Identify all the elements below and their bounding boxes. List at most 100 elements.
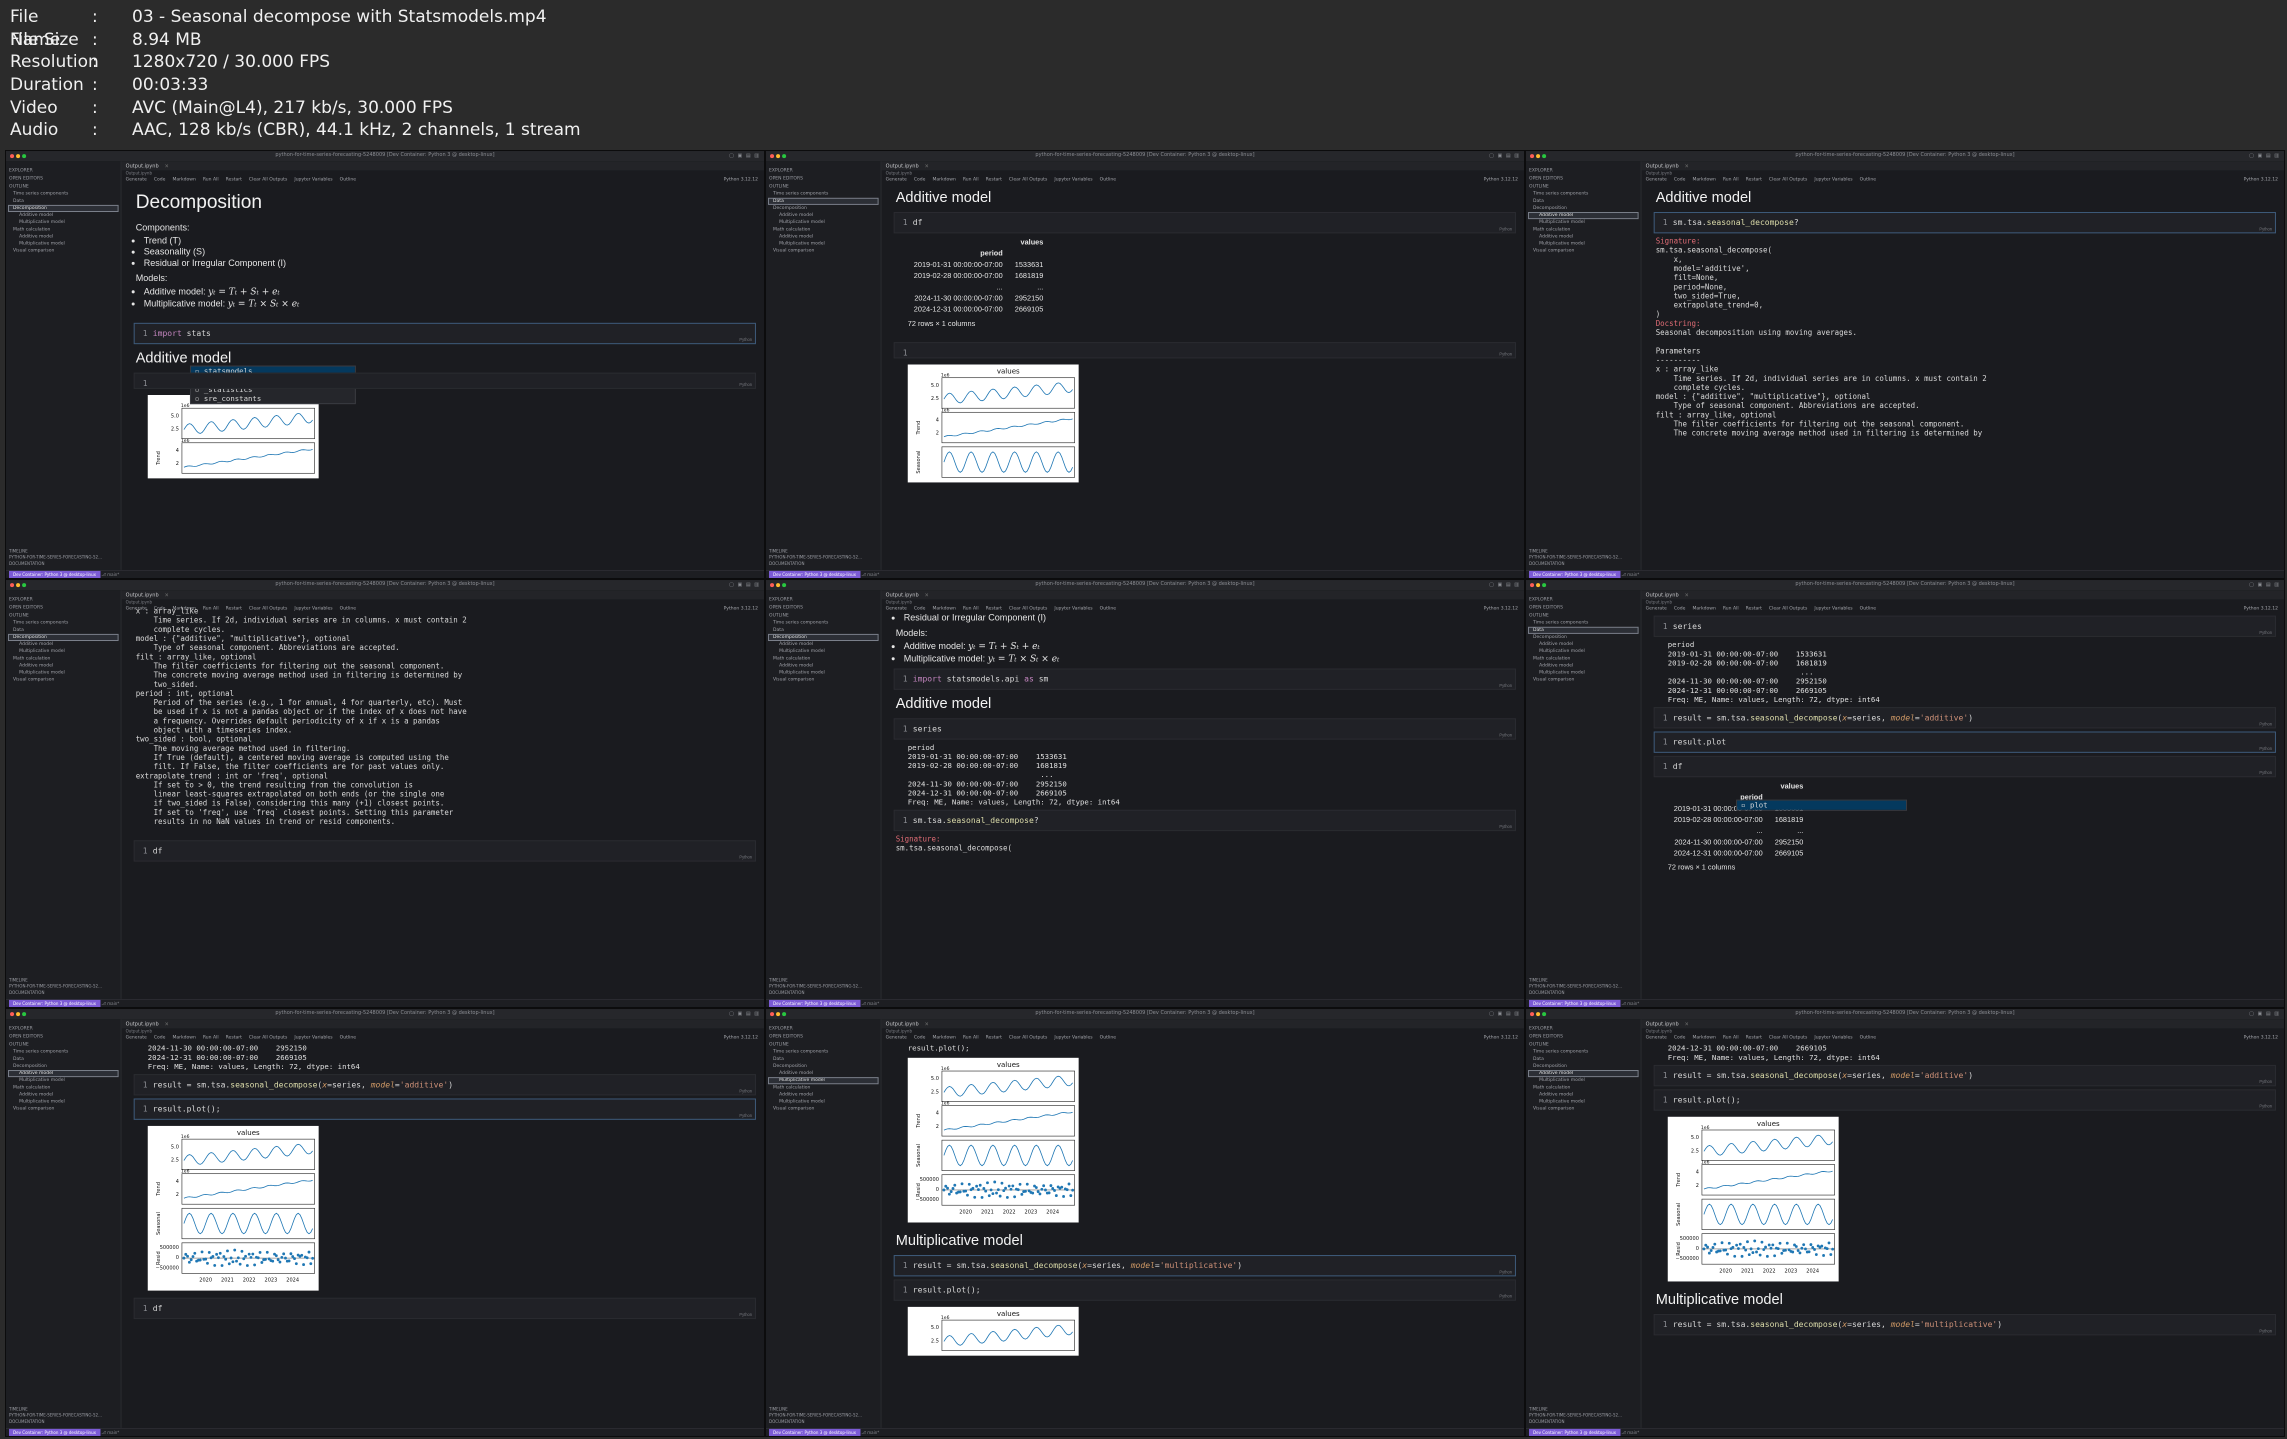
- layout-icons[interactable]: ▢ ▣ ▤ ▥: [2249, 153, 2280, 159]
- documentation-header[interactable]: DOCUMENTATION: [9, 561, 102, 567]
- editor-tab[interactable]: Output.ipynb ×: [881, 161, 1525, 171]
- outline-item[interactable]: Data: [768, 197, 879, 205]
- toolbar-button[interactable]: Clear All Outputs: [1769, 177, 1807, 182]
- outline-item[interactable]: Data: [1529, 1057, 1638, 1062]
- outline-item[interactable]: Multiplicative model: [9, 1099, 118, 1104]
- outline-item[interactable]: Math calculation: [9, 1085, 118, 1090]
- toolbar-button[interactable]: Run All: [1723, 606, 1739, 611]
- code-cell[interactable]: 1 result.plot(); Python: [893, 1279, 1516, 1301]
- toolbar-button[interactable]: Code: [1674, 177, 1686, 182]
- outline-item[interactable]: Math calculation: [1529, 227, 1638, 232]
- remote-indicator[interactable]: Dev Container: Python 3 @ desktop-linux: [769, 999, 861, 1007]
- cell-language[interactable]: Python: [2259, 1104, 2272, 1109]
- open-editors-header[interactable]: OPEN EDITORS: [769, 176, 878, 181]
- editor-tab[interactable]: Output.ipynb ×: [1641, 161, 2285, 171]
- outline-item[interactable]: Decomposition: [1529, 1064, 1638, 1069]
- git-branch[interactable]: ⎇ main*: [861, 1001, 879, 1006]
- cell-code[interactable]: sm.tsa.seasonal_decompose?: [1673, 218, 1799, 227]
- close-tab-icon[interactable]: ×: [165, 1021, 169, 1027]
- tab-label[interactable]: Output.ipynb: [1646, 163, 1679, 169]
- toolbar-button[interactable]: Markdown: [932, 1035, 955, 1040]
- toolbar-button[interactable]: Clear All Outputs: [249, 177, 287, 182]
- outline-item[interactable]: Additive model: [9, 234, 118, 239]
- toolbar-button[interactable]: Clear All Outputs: [1769, 606, 1807, 611]
- outline-item[interactable]: Time series components: [769, 621, 878, 626]
- outline-item[interactable]: Visual comparison: [1529, 249, 1638, 254]
- cell-language[interactable]: Python: [739, 1088, 752, 1093]
- outline-item[interactable]: Multiplicative model: [769, 241, 878, 246]
- outline-item[interactable]: Time series components: [9, 1050, 118, 1055]
- git-branch[interactable]: ⎇ main*: [101, 1001, 119, 1006]
- cell-code[interactable]: result.plot();: [1673, 1095, 1741, 1104]
- toolbar-button[interactable]: Run All: [963, 177, 979, 182]
- outline-item[interactable]: Additive model: [1529, 1092, 1638, 1097]
- layout-icons[interactable]: ▢ ▣ ▤ ▥: [1489, 1011, 1520, 1017]
- outline-item[interactable]: Additive model: [769, 1092, 878, 1097]
- remote-indicator[interactable]: Dev Container: Python 3 @ desktop-linux: [1529, 999, 1621, 1007]
- editor-tab[interactable]: Output.ipynb ×: [881, 590, 1525, 600]
- outline-header[interactable]: OUTLINE: [769, 1043, 878, 1048]
- toolbar-button[interactable]: Generate: [126, 177, 147, 182]
- close-tab-icon[interactable]: ×: [925, 1021, 929, 1027]
- toolbar-button[interactable]: Code: [154, 177, 166, 182]
- toolbar-button[interactable]: Markdown: [932, 606, 955, 611]
- cell-language[interactable]: Python: [2259, 226, 2272, 231]
- cell-language[interactable]: Python: [2259, 1328, 2272, 1333]
- cell-code[interactable]: result.plot: [1673, 738, 1726, 747]
- cell-code[interactable]: result = sm.tsa.seasonal_decompose(x=ser…: [913, 1261, 1242, 1270]
- outline-item[interactable]: Multiplicative model: [9, 220, 118, 225]
- remote-indicator[interactable]: Dev Container: Python 3 @ desktop-linux: [9, 999, 101, 1007]
- toolbar-button[interactable]: Restart: [1746, 177, 1762, 182]
- documentation-header[interactable]: DOCUMENTATION: [769, 561, 862, 567]
- outline-header[interactable]: OUTLINE: [769, 185, 878, 190]
- code-cell[interactable]: 1 result = sm.tsa.seasonal_decompose(x=se…: [893, 1255, 1516, 1277]
- tab-label[interactable]: Output.ipynb: [126, 163, 159, 169]
- cell-code[interactable]: df: [153, 846, 163, 855]
- code-cell[interactable]: 1 sm.tsa.seasonal_decompose? Python: [893, 809, 1516, 832]
- close-tab-icon[interactable]: ×: [165, 163, 169, 169]
- cell-language[interactable]: Python: [1499, 683, 1512, 688]
- cell-code[interactable]: result.plot();: [913, 1286, 981, 1295]
- outline-item[interactable]: Decomposition: [9, 1064, 118, 1069]
- kernel-selector[interactable]: Python 3.12.12: [724, 177, 758, 182]
- git-branch[interactable]: ⎇ main*: [101, 1430, 119, 1435]
- cell-language[interactable]: Python: [2259, 630, 2272, 635]
- layout-icons[interactable]: ▢ ▣ ▤ ▥: [2249, 1011, 2280, 1017]
- code-cell[interactable]: 1 import stats Python: [133, 322, 756, 345]
- outline-item[interactable]: Math calculation: [1529, 1085, 1638, 1090]
- cell-code[interactable]: result.plot();: [153, 1105, 221, 1114]
- outline-item[interactable]: Multiplicative model: [769, 1099, 878, 1104]
- code-cell[interactable]: 1 df Python: [133, 1297, 756, 1320]
- layout-icons[interactable]: ▢ ▣ ▤ ▥: [729, 582, 760, 588]
- toolbar-button[interactable]: Generate: [886, 606, 907, 611]
- cell-language[interactable]: Python: [1499, 226, 1512, 231]
- git-branch[interactable]: ⎇ main*: [101, 572, 119, 577]
- toolbar-button[interactable]: Jupyter Variables: [1054, 1035, 1092, 1040]
- toolbar-button[interactable]: Jupyter Variables: [1814, 1035, 1852, 1040]
- toolbar-button[interactable]: Markdown: [172, 1035, 195, 1040]
- outline-item[interactable]: Multiplicative model: [9, 241, 118, 246]
- tab-label[interactable]: Output.ipynb: [886, 163, 919, 169]
- cell-language[interactable]: Python: [739, 1312, 752, 1317]
- cell-language[interactable]: Python: [1499, 1269, 1512, 1274]
- outline-item[interactable]: Decomposition: [8, 633, 119, 642]
- close-tab-icon[interactable]: ×: [925, 163, 929, 169]
- code-cell[interactable]: 1 import statsmodels.api as sm Python: [893, 668, 1516, 690]
- kernel-selector[interactable]: Python 3.12.12: [1484, 606, 1518, 611]
- editor-tab[interactable]: Output.ipynb ×: [1641, 590, 2285, 600]
- toolbar-button[interactable]: Markdown: [1692, 1035, 1715, 1040]
- autocomplete-option[interactable]: ▫ sre_constants: [191, 394, 355, 403]
- toolbar-button[interactable]: Clear All Outputs: [1769, 1035, 1807, 1040]
- toolbar-button[interactable]: Outline: [1860, 1035, 1876, 1040]
- outline-item[interactable]: Multiplicative model: [769, 220, 878, 225]
- toolbar-button[interactable]: Run All: [963, 606, 979, 611]
- toolbar-button[interactable]: Code: [154, 1035, 166, 1040]
- toolbar-button[interactable]: Restart: [1746, 606, 1762, 611]
- outline-item[interactable]: Math calculation: [9, 656, 118, 661]
- code-cell[interactable]: 1 df Python: [893, 212, 1516, 234]
- outline-item[interactable]: Additive model: [1528, 212, 1639, 220]
- tab-label[interactable]: Output.ipynb: [1646, 1021, 1679, 1027]
- open-editors-header[interactable]: OPEN EDITORS: [1529, 176, 1638, 181]
- git-branch[interactable]: ⎇ main*: [861, 1430, 879, 1435]
- code-cell[interactable]: 1 sm.tsa.seasonal_decompose? Python: [1653, 212, 2276, 234]
